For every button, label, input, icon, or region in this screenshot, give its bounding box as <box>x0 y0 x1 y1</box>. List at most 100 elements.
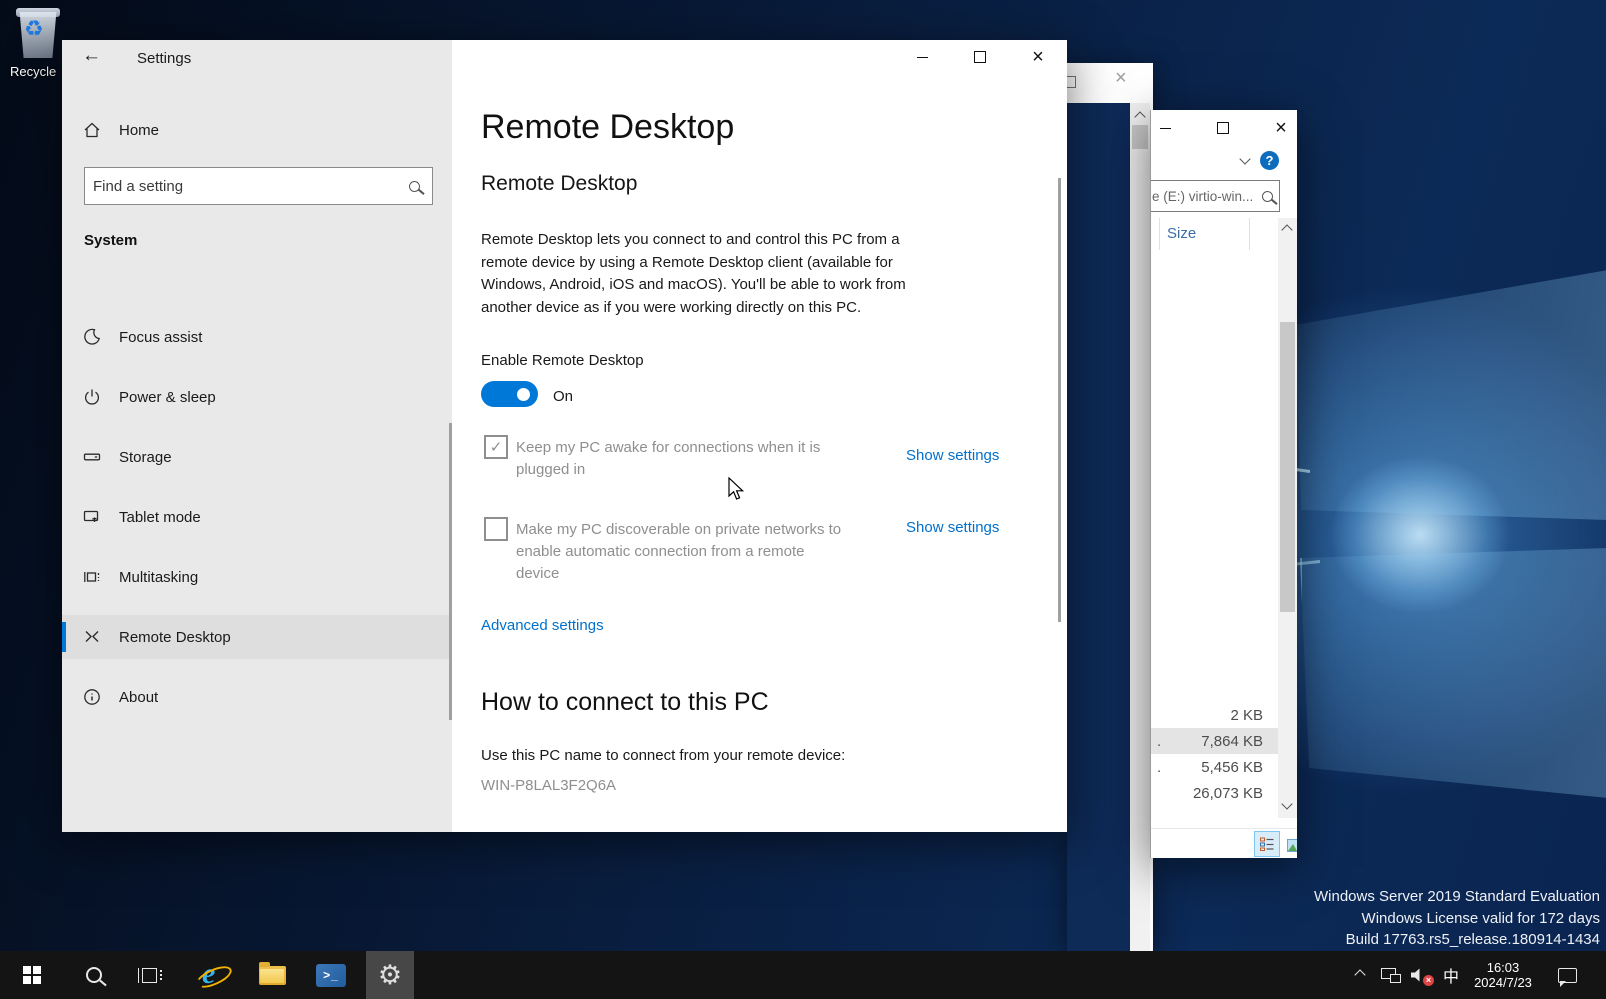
ribbon-expand-icon[interactable] <box>1239 153 1250 164</box>
file-row[interactable]: 26,073 KB <box>1151 780 1278 806</box>
details-view-button[interactable] <box>1254 831 1280 857</box>
mute-badge-icon: × <box>1423 975 1434 986</box>
action-center-button[interactable] <box>1550 951 1584 999</box>
restore-icon[interactable] <box>1067 76 1076 88</box>
maximize-icon <box>1217 122 1229 134</box>
ime-indicator[interactable]: 中 <box>1438 951 1464 999</box>
show-settings-link-1[interactable]: Show settings <box>906 447 999 464</box>
sidebar-item-about[interactable]: About <box>62 675 452 719</box>
tray-time: 16:03 <box>1474 960 1532 975</box>
tray-overflow-button[interactable] <box>1346 951 1374 999</box>
maximize-icon <box>974 51 986 63</box>
network-tray-icon[interactable] <box>1376 951 1406 999</box>
settings-search-input[interactable] <box>85 178 409 195</box>
internet-explorer-button[interactable]: e <box>189 951 237 999</box>
sidebar-item-label: Multitasking <box>119 569 198 586</box>
mouse-cursor <box>728 477 750 501</box>
advanced-settings-link[interactable]: Advanced settings <box>481 617 604 634</box>
close-icon[interactable]: × <box>1115 67 1127 90</box>
sidebar-item-tablet-mode[interactable]: Tablet mode <box>62 495 452 539</box>
size-column-header[interactable]: Size <box>1167 225 1196 242</box>
sidebar-item-multitasking[interactable]: Multitasking <box>62 555 452 599</box>
recycle-arrows-icon: ♻ <box>24 18 44 40</box>
powershell-button[interactable]: >_ <box>307 951 355 999</box>
watermark-line3: Build 17763.rs5_release.180914-1434 <box>1314 929 1600 951</box>
windows-logo-icon <box>23 966 41 984</box>
description-line: Windows, Android, iOS and macOS). You'll… <box>481 274 906 297</box>
file-name-fragment: . <box>1157 759 1161 776</box>
sidebar-item-storage[interactable]: Storage <box>62 435 452 479</box>
toggle-state-label: On <box>553 386 573 409</box>
help-button[interactable]: ? <box>1260 151 1279 170</box>
maximize-button[interactable] <box>963 43 997 71</box>
discoverable-checkbox[interactable] <box>484 517 508 541</box>
details-view-icon <box>1260 837 1274 851</box>
sidebar-item-label: Tablet mode <box>119 509 201 526</box>
file-size: 5,456 KB <box>1201 759 1263 776</box>
eval-watermark: Windows Server 2019 Standard Evaluation … <box>1314 886 1600 951</box>
minimize-icon <box>1160 128 1171 129</box>
clock[interactable]: 16:03 2024/7/23 <box>1464 951 1542 999</box>
sidebar-section-heading: System <box>84 232 137 249</box>
sidebar-item-label: Focus assist <box>119 329 202 346</box>
gear-icon: ⚙ <box>378 962 402 989</box>
explorer-scrollbar[interactable] <box>1278 218 1297 818</box>
settings-window[interactable]: ← Settings × Home System Focus assist Po… <box>62 40 1067 832</box>
sidebar-item-focus-assist[interactable]: Focus assist <box>62 315 452 359</box>
explorer-search-box[interactable] <box>1150 180 1280 212</box>
background-window-scrollbar[interactable] <box>1130 103 1150 951</box>
volume-tray-icon[interactable]: × <box>1406 951 1436 999</box>
explorer-search-input[interactable] <box>1150 189 1262 204</box>
close-icon: × <box>1275 118 1287 138</box>
thumbnail-view-button[interactable] <box>1284 835 1297 855</box>
file-name-fragment: . <box>1157 733 1161 750</box>
start-button[interactable] <box>8 951 56 999</box>
enable-remote-desktop-toggle[interactable] <box>481 381 538 407</box>
description-line: remote device by using a Remote Desktop … <box>481 252 906 275</box>
explorer-statusbar <box>1151 828 1297 858</box>
action-center-icon <box>1558 968 1577 983</box>
sidebar-scrollbar-thumb[interactable] <box>449 423 452 720</box>
maximize-button[interactable] <box>1206 114 1240 142</box>
scrollbar-thumb[interactable] <box>1280 322 1295 612</box>
file-row-selected[interactable]: . 7,864 KB <box>1151 728 1278 754</box>
option-label-line: Make my PC discoverable on private netwo… <box>516 519 841 541</box>
scroll-up-icon[interactable] <box>1134 111 1145 122</box>
minimize-button[interactable] <box>1150 114 1182 142</box>
sidebar-item-remote-desktop[interactable]: Remote Desktop <box>62 615 452 659</box>
sidebar-item-power-sleep[interactable]: Power & sleep <box>62 375 452 419</box>
task-view-button[interactable] <box>126 951 174 999</box>
scrollbar-thumb[interactable] <box>1132 125 1148 149</box>
settings-taskbar-button[interactable]: ⚙ <box>366 951 414 999</box>
powershell-icon: >_ <box>316 964 346 987</box>
pc-name-value: WIN-P8LAL3F2Q6A <box>481 775 616 797</box>
keep-awake-checkbox[interactable]: ✓ <box>484 435 508 459</box>
internet-explorer-icon: e <box>196 960 230 990</box>
power-icon <box>82 387 102 407</box>
minimize-button[interactable] <box>905 43 939 71</box>
content-scrollbar-thumb[interactable] <box>1058 178 1061 622</box>
option-label-line: plugged in <box>516 459 820 481</box>
show-settings-link-2[interactable]: Show settings <box>906 519 999 536</box>
sidebar-item-label: Remote Desktop <box>119 629 231 646</box>
background-window-content <box>1067 103 1130 951</box>
settings-search-box[interactable] <box>84 167 433 205</box>
taskbar-search-button[interactable] <box>70 951 118 999</box>
explorer-window[interactable]: × ? Size 2 KB . 7,864 KB . 5,456 KB 26,0… <box>1150 110 1297 858</box>
sidebar-item-home[interactable]: Home <box>62 108 452 152</box>
file-explorer-button[interactable] <box>248 951 296 999</box>
close-button[interactable]: × <box>1264 114 1297 142</box>
option-label-line: device <box>516 563 841 585</box>
search-icon <box>86 967 102 983</box>
scroll-down-icon[interactable] <box>1281 798 1292 809</box>
file-row[interactable]: 2 KB <box>1151 702 1278 728</box>
file-row[interactable]: . 5,456 KB <box>1151 754 1278 780</box>
scroll-up-icon[interactable] <box>1281 224 1292 235</box>
close-icon: × <box>1032 47 1044 67</box>
background-window[interactable]: × <box>1067 63 1153 951</box>
close-button[interactable]: × <box>1021 43 1055 71</box>
back-button[interactable]: ← <box>82 45 101 67</box>
sidebar-item-label: About <box>119 689 158 706</box>
sidebar-item-label: Power & sleep <box>119 389 216 406</box>
file-size: 2 KB <box>1230 707 1263 724</box>
